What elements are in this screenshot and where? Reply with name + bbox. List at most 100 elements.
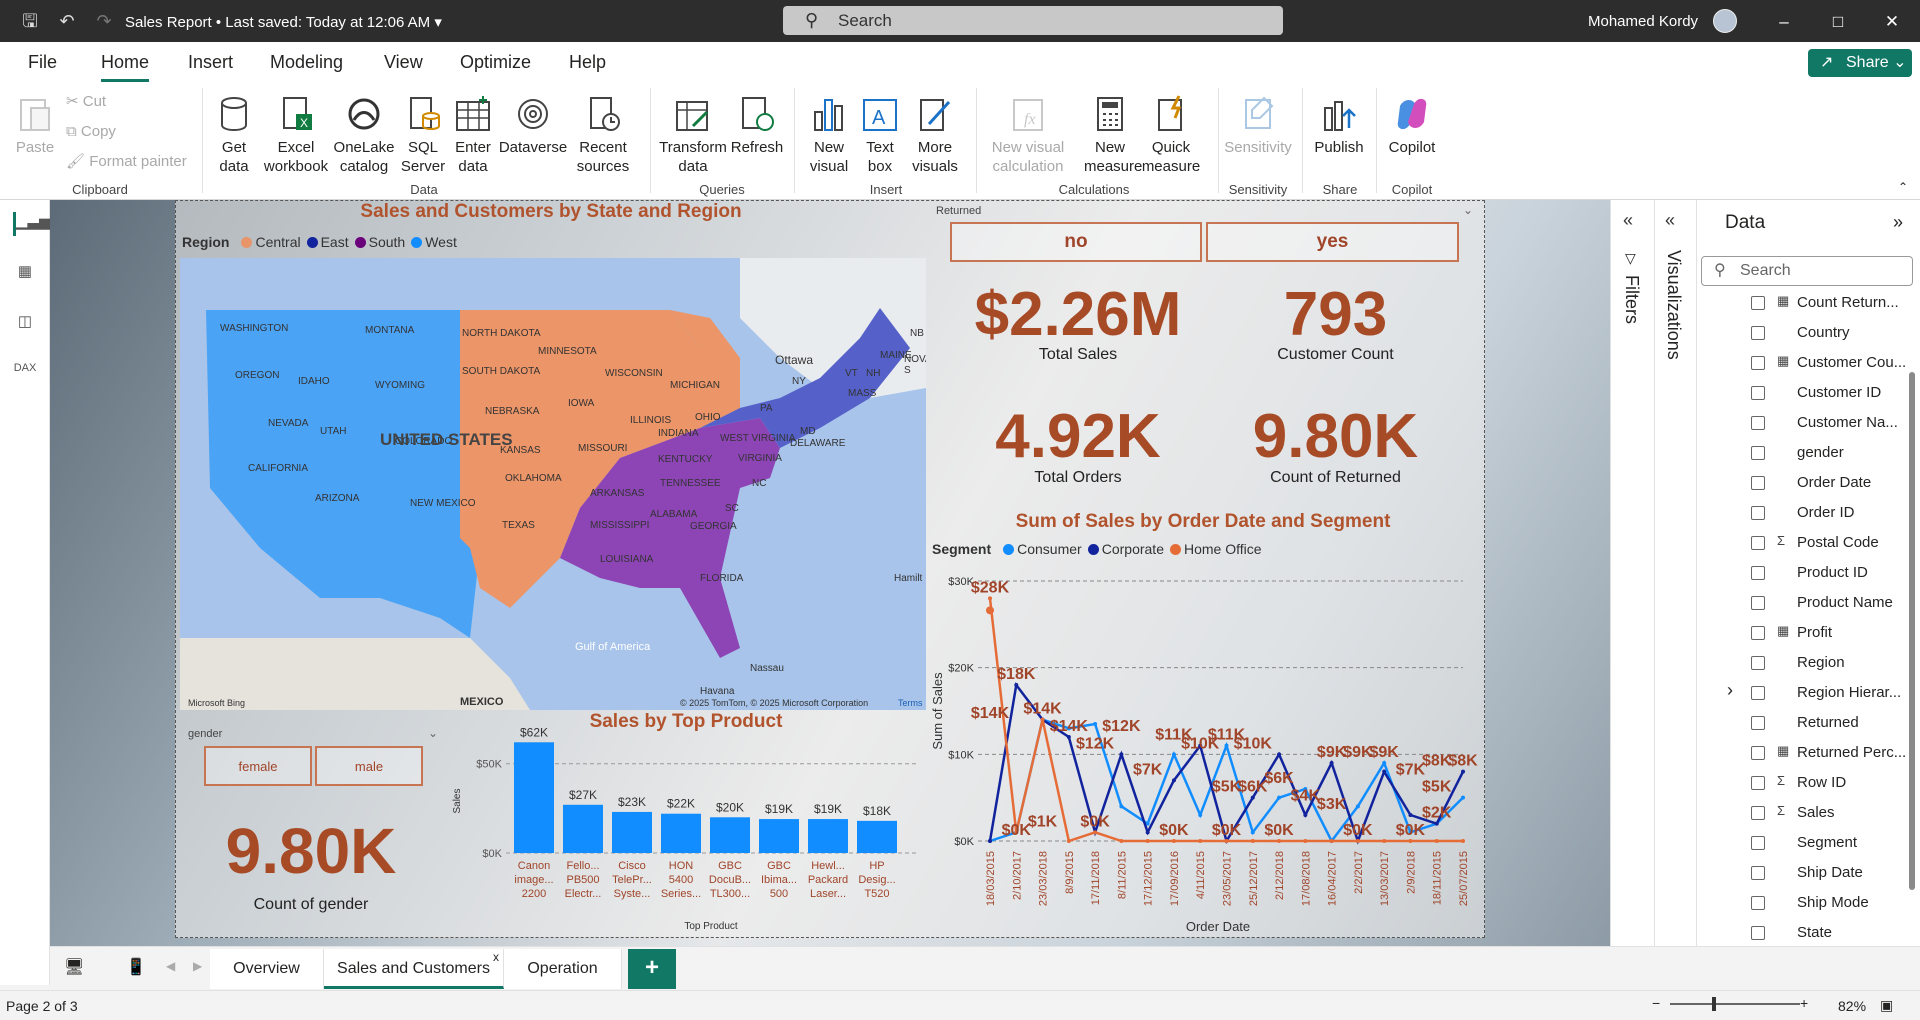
checkbox[interactable]	[1751, 866, 1765, 880]
menu-view[interactable]: View	[384, 52, 423, 73]
menu-insert[interactable]: Insert	[188, 52, 233, 73]
copy-button[interactable]: ⧉ Copy	[66, 122, 116, 141]
save-icon[interactable]: 🖫	[18, 9, 42, 33]
minimize-icon[interactable]: –	[1770, 8, 1798, 36]
field-item[interactable]: Region	[1697, 648, 1917, 678]
data-point[interactable]	[1250, 795, 1255, 800]
desktop-layout-icon[interactable]: 🖥	[64, 957, 84, 977]
data-point[interactable]	[1145, 830, 1150, 835]
data-point[interactable]	[1355, 804, 1360, 809]
field-item[interactable]: Region Hierar... ›	[1697, 678, 1917, 708]
expand-icon[interactable]: »	[1893, 212, 1903, 233]
enter-data-button[interactable]: Enter data	[450, 94, 496, 176]
checkbox[interactable]	[1751, 896, 1765, 910]
excel-workbook-button[interactable]: X Excel workbook	[262, 94, 330, 176]
scrollbar[interactable]	[1909, 372, 1915, 890]
document-title[interactable]: Sales Report • Last saved: Today at 12:0…	[125, 13, 442, 31]
redo-icon[interactable]: ↷	[92, 9, 116, 33]
new-visual-button[interactable]: New visual	[800, 94, 858, 176]
data-point[interactable]	[1355, 839, 1360, 843]
slicer-option-male[interactable]: male	[315, 746, 423, 786]
chevron-down-icon[interactable]: ⌄	[428, 726, 438, 740]
menu-help[interactable]: Help	[569, 52, 606, 73]
filled-map[interactable]: WASHINGTON MONTANA OREGON IDAHO WYOMING …	[180, 258, 926, 710]
field-item[interactable]: Country	[1697, 318, 1917, 348]
onelake-catalog-button[interactable]: OneLake catalog	[332, 94, 396, 176]
data-point[interactable]	[1461, 795, 1465, 800]
field-item[interactable]: Order ID	[1697, 498, 1917, 528]
new-measure-button[interactable]: New measure	[1084, 94, 1142, 176]
data-point[interactable]	[1250, 830, 1255, 835]
copilot-button[interactable]: Copilot	[1382, 94, 1442, 157]
chevron-down-icon[interactable]: ▾	[434, 14, 442, 31]
checkbox[interactable]	[1751, 536, 1765, 550]
zoom-slider-thumb[interactable]	[1712, 997, 1716, 1011]
data-point[interactable]	[1171, 778, 1176, 783]
data-point[interactable]	[1461, 839, 1465, 843]
collapse-icon[interactable]: «	[1623, 210, 1633, 231]
close-icon[interactable]: x	[493, 937, 499, 977]
mobile-layout-icon[interactable]: 📱	[126, 957, 146, 977]
data-point[interactable]	[1329, 761, 1334, 765]
data-point[interactable]	[1198, 813, 1203, 817]
publish-button[interactable]: Publish	[1310, 94, 1368, 157]
cut-button[interactable]: ✂ Cut	[66, 92, 106, 111]
data-point[interactable]	[1329, 839, 1334, 843]
collapse-icon[interactable]: «	[1665, 210, 1675, 231]
field-item[interactable]: Segment	[1697, 828, 1917, 858]
field-item[interactable]: State	[1697, 918, 1917, 948]
collapse-ribbon-icon[interactable]: ⌃	[1898, 178, 1908, 197]
data-search-input[interactable]: ⚲ Search	[1701, 256, 1913, 286]
data-point[interactable]	[1093, 722, 1098, 726]
recent-sources-button[interactable]: Recent sources	[570, 94, 636, 176]
field-item[interactable]: Σ Sales	[1697, 798, 1917, 828]
maximize-icon[interactable]: □	[1824, 8, 1852, 36]
checkbox[interactable]	[1751, 626, 1765, 640]
zoom-out-icon[interactable]: −	[1652, 995, 1660, 1011]
bar-chart[interactable]: Sales by Top Product $50K $0K Sales $62K Can…	[446, 711, 926, 936]
field-item[interactable]: Ship Date	[1697, 858, 1917, 888]
checkbox[interactable]	[1751, 566, 1765, 580]
checkbox[interactable]	[1751, 926, 1765, 940]
undo-icon[interactable]: ↶	[55, 9, 79, 33]
menu-modeling[interactable]: Modeling	[270, 52, 343, 73]
bar[interactable]	[808, 819, 848, 853]
data-point[interactable]	[1408, 813, 1413, 817]
checkbox[interactable]	[1751, 386, 1765, 400]
user-name[interactable]: Mohamed Kordy	[1588, 13, 1698, 30]
field-item[interactable]: Customer Na...	[1697, 408, 1917, 438]
data-point[interactable]	[1277, 795, 1282, 800]
field-item[interactable]: Σ Row ID	[1697, 768, 1917, 798]
data-point[interactable]	[1408, 839, 1413, 843]
legend-item[interactable]: West	[425, 234, 457, 250]
get-data-button[interactable]: Get data	[208, 94, 260, 176]
checkbox[interactable]	[1751, 686, 1765, 700]
table-view-icon[interactable]: ▦	[13, 262, 37, 286]
data-point[interactable]	[1014, 683, 1019, 687]
fit-page-icon[interactable]: ▣	[1880, 997, 1893, 1014]
prev-page-icon[interactable]: ◀	[166, 959, 175, 973]
legend-item[interactable]: East	[321, 234, 349, 250]
paste-button[interactable]: Paste	[14, 94, 56, 157]
new-visual-calculation-button[interactable]: fx New visual calculation	[986, 94, 1070, 176]
field-item[interactable]: Returned	[1697, 708, 1917, 738]
data-point[interactable]	[1303, 813, 1308, 817]
data-point[interactable]	[988, 839, 992, 843]
data-point[interactable]	[1171, 839, 1176, 843]
data-point[interactable]	[1382, 839, 1387, 843]
checkbox[interactable]	[1751, 296, 1765, 310]
add-page-button[interactable]: +	[628, 949, 676, 989]
slicer-option-no[interactable]: no	[950, 222, 1202, 262]
close-icon[interactable]: ✕	[1878, 8, 1906, 36]
sql-server-button[interactable]: SQL Server	[398, 94, 448, 176]
checkbox[interactable]	[1751, 776, 1765, 790]
checkbox[interactable]	[1751, 716, 1765, 730]
chevron-down-icon[interactable]: ⌄	[1463, 203, 1473, 217]
menu-home[interactable]: Home	[101, 52, 149, 73]
search-input[interactable]: ⚲ Search	[783, 6, 1283, 35]
field-item[interactable]: gender	[1697, 438, 1917, 468]
zoom-level[interactable]: 82%	[1838, 998, 1866, 1014]
legend-item[interactable]: Central	[255, 234, 300, 250]
data-point[interactable]	[1198, 839, 1203, 843]
checkbox[interactable]	[1751, 506, 1765, 520]
